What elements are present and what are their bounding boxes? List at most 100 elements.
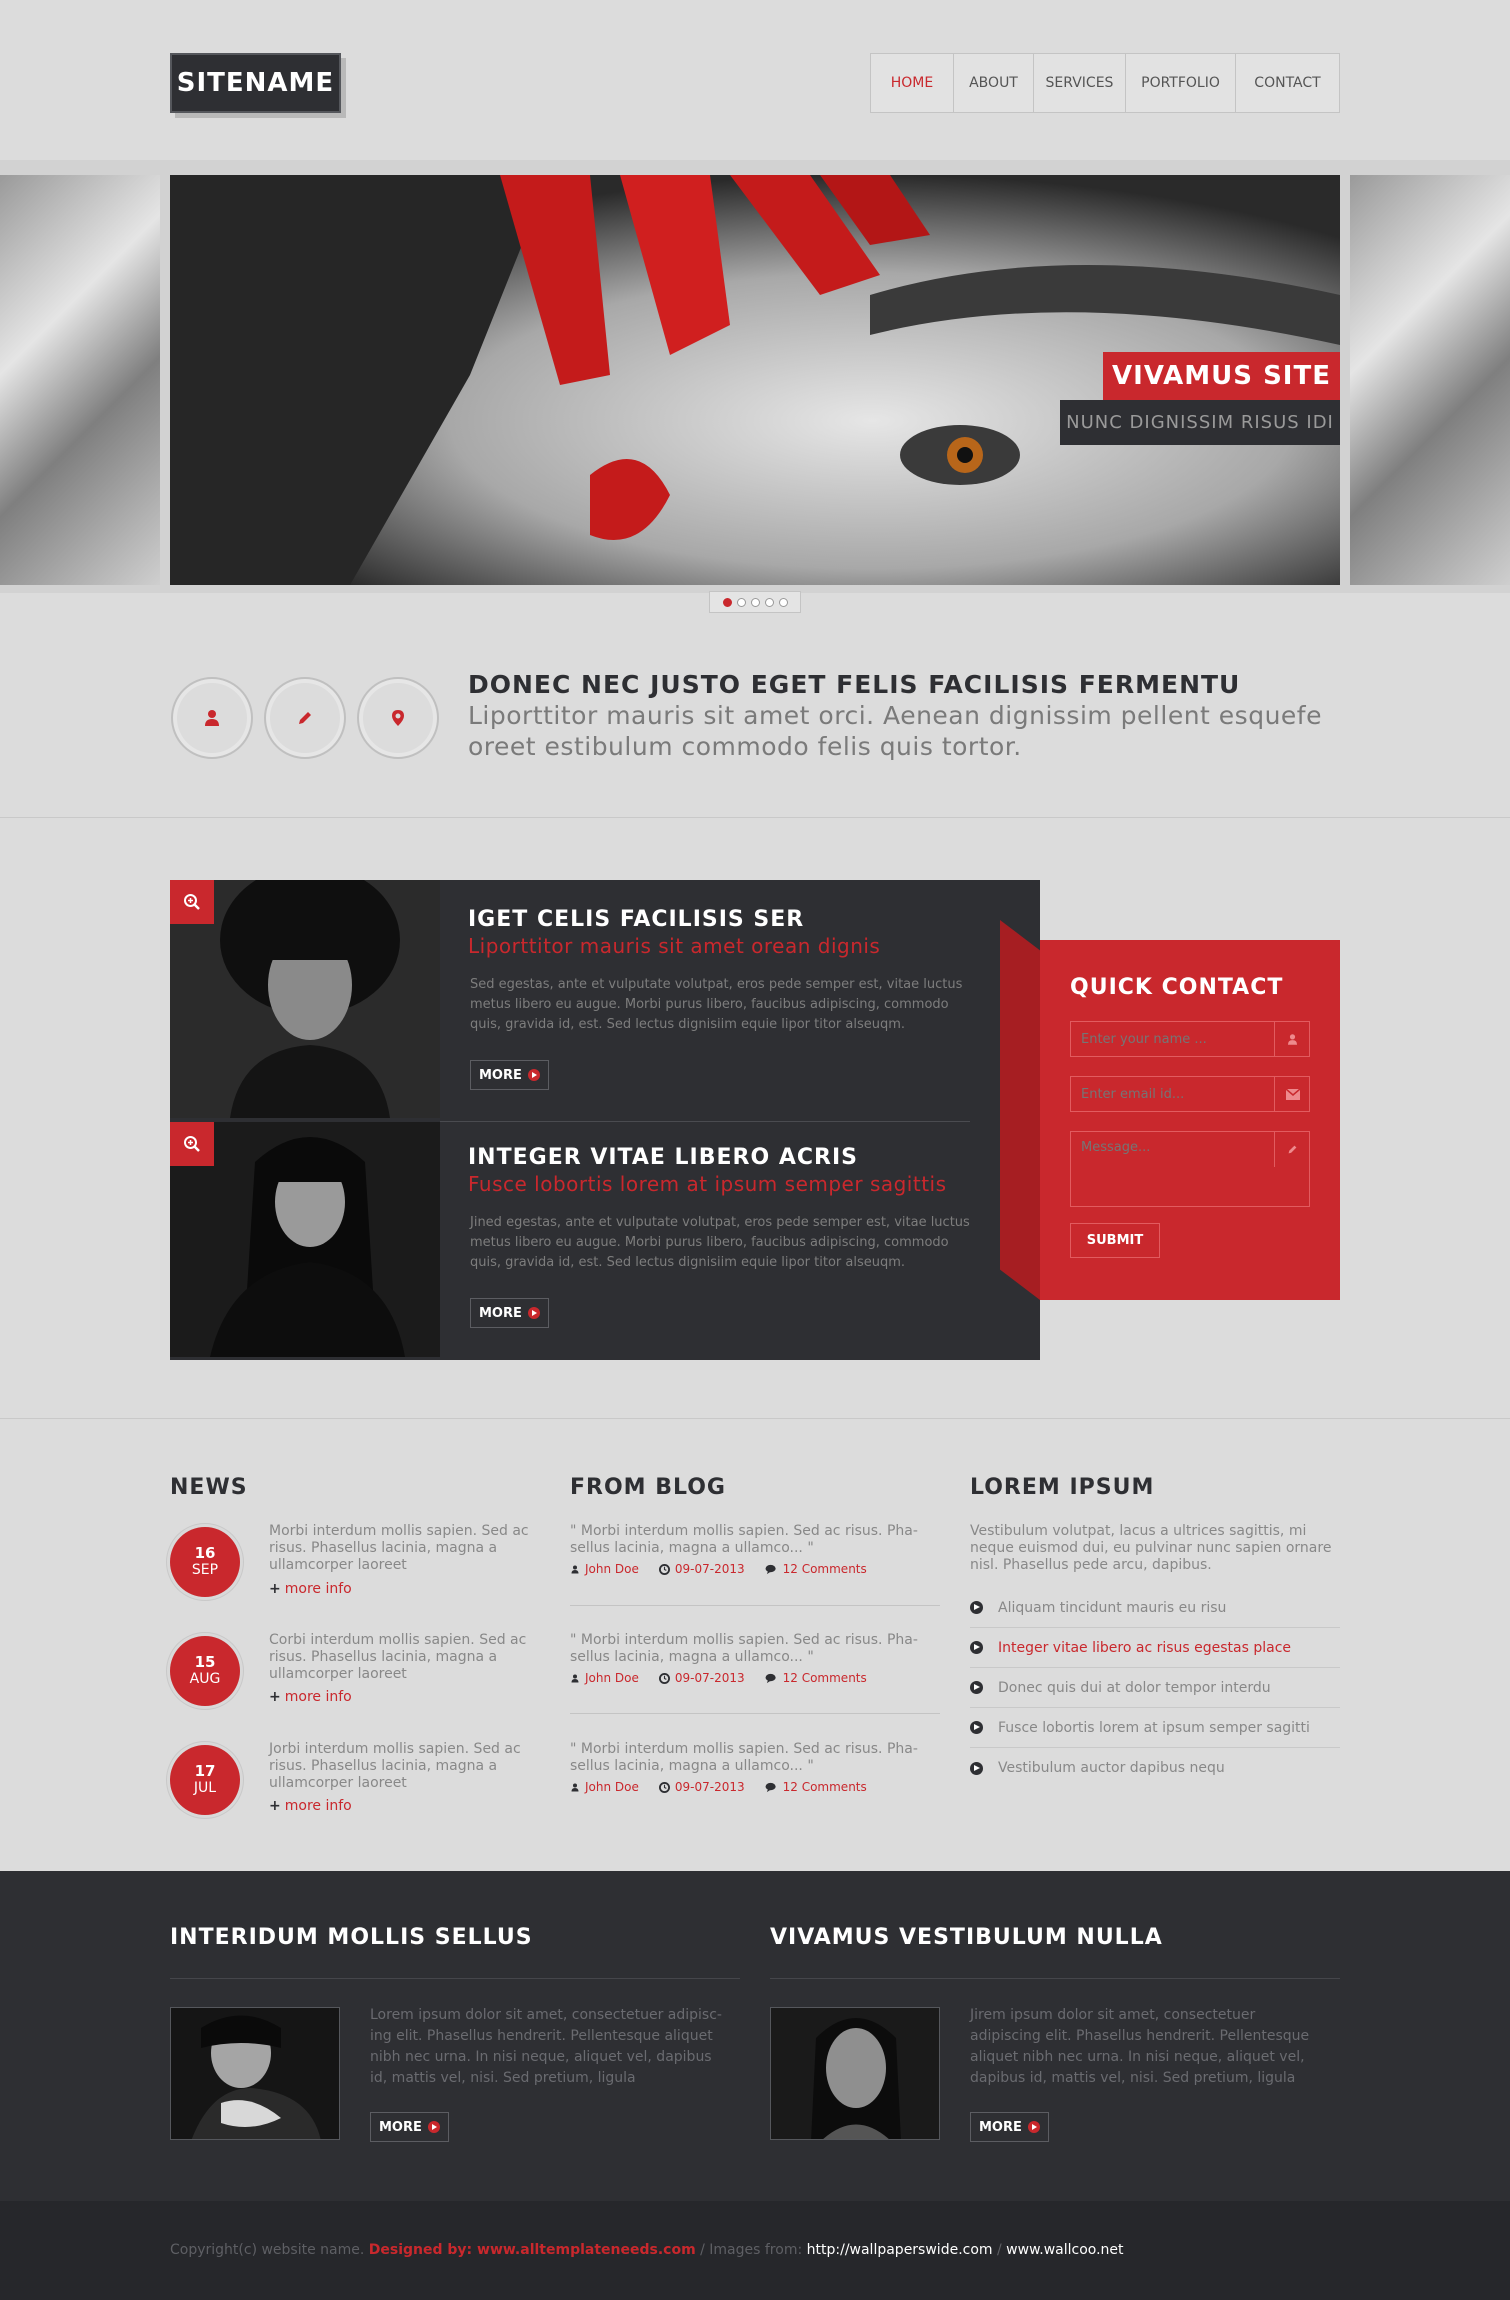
email-field-icon-box [1274,1076,1310,1112]
feature-title-2: INTEGER VITAE LIBERO ACRIS [468,1145,858,1170]
plus-icon: + [269,1798,281,1814]
footer-portrait-2 [771,2008,939,2139]
images-from-label: / Images from: [700,2242,803,2258]
slider-dot-3[interactable] [750,597,760,607]
link-separator: / [997,2242,1002,2258]
blog-author[interactable]: John Doe [570,1562,639,1576]
blog-meta-1: John Doe 09-07-2013 12 Comments [570,1562,867,1576]
slider-dot-5[interactable] [778,597,788,607]
zoom-in-icon [184,894,200,910]
message-field-icon-box [1274,1131,1310,1167]
arrow-right-icon [527,1069,540,1081]
slider-pagination [709,591,801,613]
zoom-button-2[interactable] [170,1122,214,1166]
lorem-list-item-2[interactable]: Integer vitae libero ac risus egestas pl… [970,1628,1340,1668]
news-more-link-1[interactable]: + more info [269,1581,352,1597]
image-source-link-1[interactable]: http://wallpaperswide.com [807,2242,993,2258]
arrow-right-icon [970,1761,983,1775]
lorem-list-item-4[interactable]: Fusce lobortis lorem at ipsum semper sag… [970,1708,1340,1748]
lorem-intro: Vestibulum volutpat, lacus a ultrices sa… [970,1523,1332,1573]
blog-quote-2: " Morbi interdum mollis sapien. Sed ac r… [570,1632,918,1665]
news-text-2: Corbi interdum mollis sapien. Sed ac ris… [269,1632,527,1682]
blog-date: 09-07-2013 [658,1562,745,1576]
lorem-title: LOREM IPSUM [970,1475,1155,1500]
blog-title: FROM BLOG [570,1475,726,1500]
plus-icon: + [269,1689,281,1705]
footer-block-divider-1 [170,1978,740,1979]
features-divider [0,1418,1510,1419]
news-month: JUL [193,1780,217,1796]
nav-contact[interactable]: CONTACT [1235,54,1339,112]
designer-link[interactable]: Designed by: www.alltemplateneeds.com [369,2242,696,2258]
footer-block-text-1: Lorem ipsum dolor sit amet, consectetuer… [370,2007,722,2086]
footer-block-divider-2 [770,1978,1340,1979]
lorem-item-label: Integer vitae libero ac risus egestas pl… [998,1639,1292,1656]
name-field-icon-box [1274,1021,1310,1057]
user-icon [1287,1033,1298,1045]
main-nav: HOME ABOUT SERVICES PORTFOLIO CONTACT [870,53,1340,113]
clock-icon [658,1781,670,1793]
blog-quote-1: " Morbi interdum mollis sapien. Sed ac r… [570,1523,918,1556]
image-source-link-2[interactable]: www.wallcoo.net [1006,2242,1123,2258]
slider-dot-2[interactable] [736,597,746,607]
blog-author[interactable]: John Doe [570,1671,639,1685]
blog-separator [570,1605,940,1606]
news-month: AUG [189,1671,221,1687]
blog-comments[interactable]: 12 Comments [765,1671,867,1685]
footer-more-button-2[interactable]: MORE [970,2112,1049,2142]
more-label: MORE [479,1305,522,1321]
intro-title: DONEC NEC JUSTO EGET FELIS FACILISIS FER… [468,670,1241,699]
envelope-icon [1285,1088,1300,1100]
feature-subtitle-2: Fusce lobortis lorem at ipsum semper sag… [468,1172,947,1196]
nav-portfolio[interactable]: PORTFOLIO [1125,54,1235,112]
footer-portrait-1 [171,2008,339,2139]
lorem-list-item-5[interactable]: Vestibulum auctor dapibus nequ [970,1748,1340,1788]
user-icon [205,710,219,726]
nav-home[interactable]: HOME [871,54,953,112]
blog-author[interactable]: John Doe [570,1780,639,1794]
feature-text-1: Sed egestas, ante et vulputate volutpat,… [470,977,963,1032]
slider-dot-4[interactable] [764,597,774,607]
pencil-icon [299,712,311,724]
pencil-circle-button[interactable] [264,677,346,759]
lorem-item-label: Donec quis dui at dolor tempor interdu [998,1679,1271,1696]
news-day: 15 [194,1653,216,1671]
lorem-list-item-1[interactable]: Aliquam tincidunt mauris eu risu [970,1588,1340,1628]
location-circle-button[interactable] [357,677,439,759]
news-date-1: 16 SEP [170,1527,240,1597]
blog-meta-3: John Doe 09-07-2013 12 Comments [570,1780,867,1794]
feature-text-2: Jined egestas, ante et vulputate volutpa… [470,1215,970,1270]
prev-slide-image[interactable] [0,175,160,585]
arrow-right-icon [1027,2121,1040,2133]
news-text-1: Morbi interdum mollis sapien. Sed ac ris… [269,1523,529,1573]
blog-comments[interactable]: 12 Comments [765,1780,867,1794]
footer-more-button-1[interactable]: MORE [370,2112,449,2142]
user-icon [571,1674,579,1682]
news-day: 17 [194,1762,216,1780]
nav-services[interactable]: SERVICES [1033,54,1125,112]
comments-icon [765,1564,776,1574]
user-circle-button[interactable] [171,677,253,759]
next-slide-image[interactable] [1350,175,1510,585]
quick-contact-fold [1000,920,1040,1300]
clock-icon [658,1563,670,1575]
lorem-list-item-3[interactable]: Donec quis dui at dolor tempor interdu [970,1668,1340,1708]
site-logo[interactable]: SITENAME [170,53,341,113]
nav-about[interactable]: ABOUT [953,54,1033,112]
copyright-line: Copyright(c) website name. Designed by: … [170,2242,1124,2258]
slider-dot-1[interactable] [722,597,732,607]
arrow-right-icon [970,1721,983,1734]
feature-more-button-2[interactable]: MORE [470,1298,549,1328]
arrow-right-icon [970,1641,983,1654]
news-title: NEWS [170,1475,248,1500]
feature-more-button-1[interactable]: MORE [470,1060,549,1090]
slide-caption: VIVAMUS SITE [1103,352,1340,400]
blog-comments[interactable]: 12 Comments [765,1562,867,1576]
arrow-right-icon [970,1601,983,1614]
news-more-link-2[interactable]: + more info [269,1689,352,1705]
clock-icon [658,1672,670,1684]
submit-button[interactable]: SUBMIT [1070,1223,1160,1258]
comments-icon [765,1673,776,1683]
zoom-button-1[interactable] [170,880,214,924]
news-more-link-3[interactable]: + more info [269,1798,352,1814]
